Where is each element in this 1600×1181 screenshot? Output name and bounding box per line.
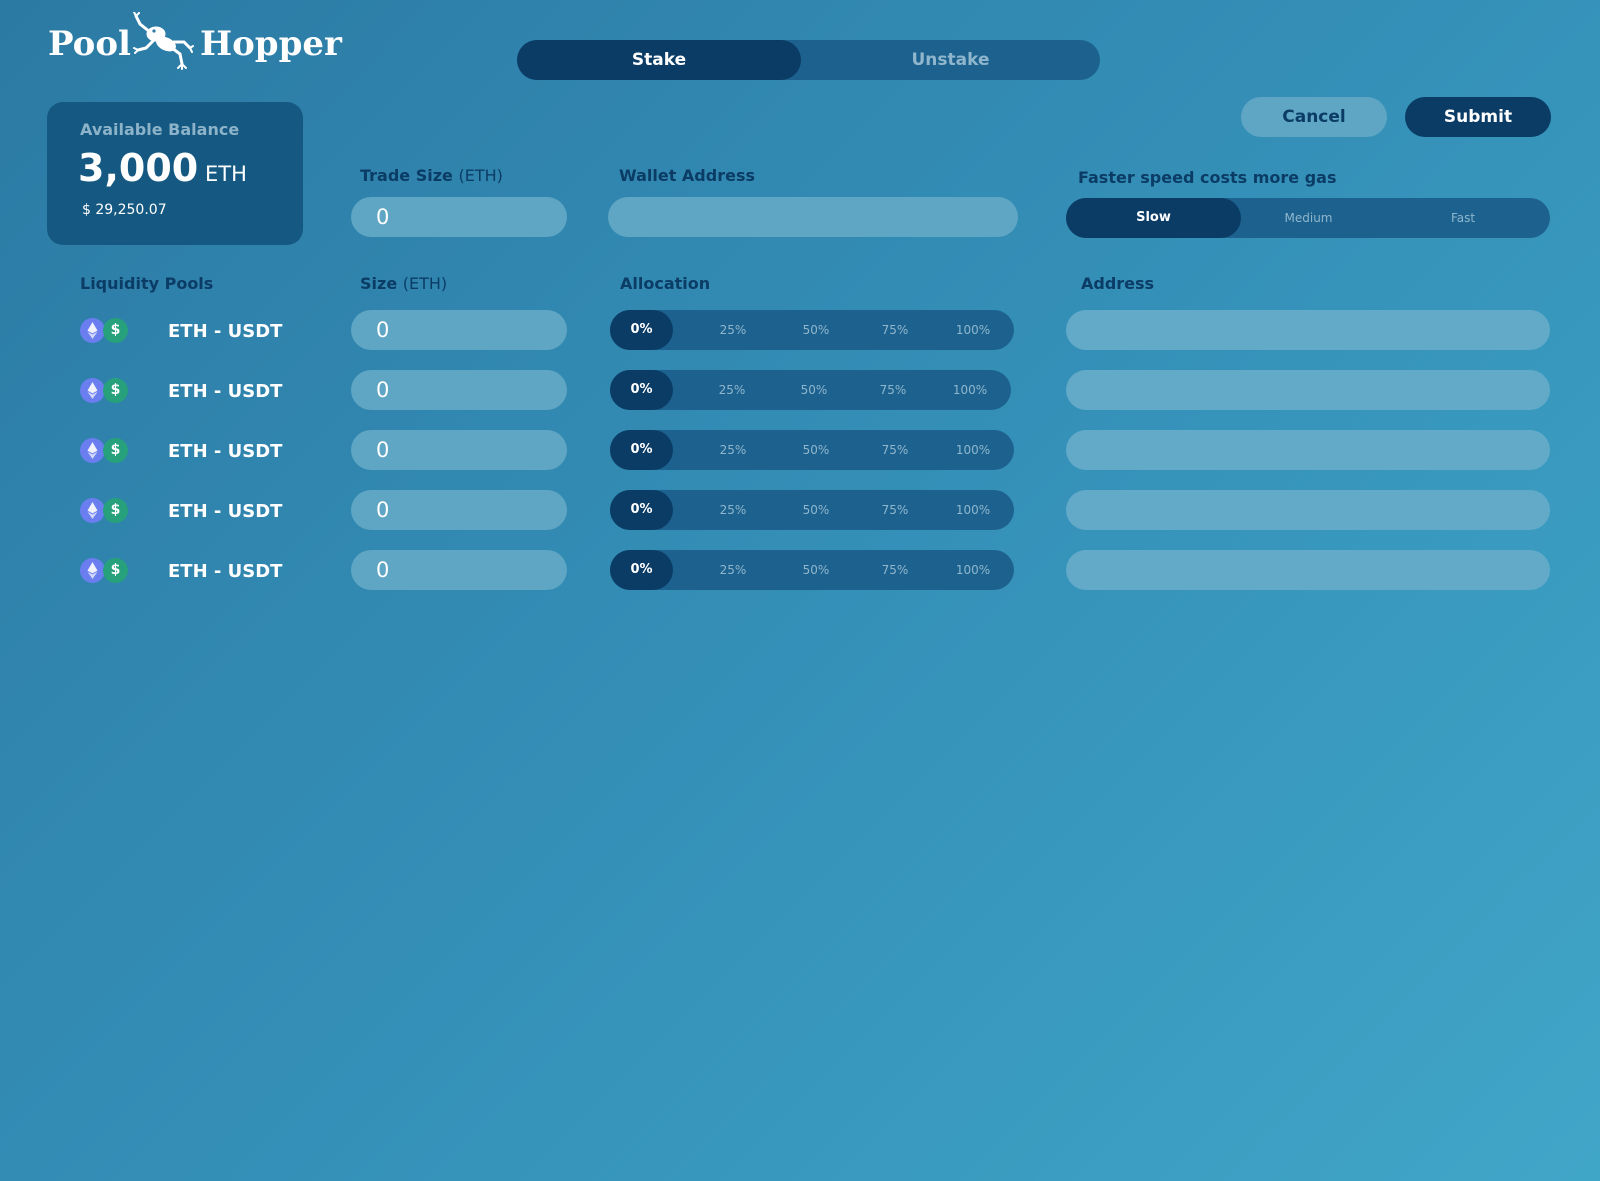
pool-row: $ ETH - USDT 0% 25% 50% 75% 100% — [0, 550, 1600, 590]
pool-icons: $ — [80, 498, 128, 524]
tab-unstake[interactable]: Unstake — [801, 40, 1100, 80]
speed-selector: Slow Medium Fast — [1066, 198, 1550, 238]
allocation-option-100[interactable]: 100% — [946, 310, 1000, 350]
allocation-option-25[interactable]: 25% — [708, 550, 758, 590]
allocation-option-75[interactable]: 75% — [870, 430, 920, 470]
trade-size-input[interactable] — [351, 197, 567, 237]
allocation-option-50[interactable]: 50% — [791, 310, 841, 350]
dollar-icon: $ — [103, 378, 128, 403]
trade-size-label: Trade Size (ETH) — [360, 166, 503, 185]
pool-icons: $ — [80, 378, 128, 404]
pool-address-input[interactable] — [1066, 550, 1550, 590]
allocation-selector: 0% 25% 50% 75% 100% — [610, 370, 1011, 410]
column-header-allocation: Allocation — [620, 274, 711, 293]
speed-label: Faster speed costs more gas — [1078, 168, 1337, 187]
cancel-button[interactable]: Cancel — [1241, 97, 1387, 137]
balance-unit: ETH — [205, 162, 247, 186]
balance-card: Available Balance 3,000 ETH $ 29,250.07 — [47, 102, 303, 245]
allocation-option-50[interactable]: 50% — [791, 490, 841, 530]
mode-tabs: Stake Unstake — [517, 40, 1100, 80]
pool-size-input[interactable] — [351, 490, 567, 530]
allocation-option-100[interactable]: 100% — [943, 370, 997, 410]
pool-name: ETH - USDT — [168, 381, 283, 402]
balance-label: Available Balance — [80, 120, 240, 139]
pool-row: $ ETH - USDT 0% 25% 50% 75% 100% — [0, 310, 1600, 350]
tab-stake[interactable]: Stake — [517, 40, 801, 80]
dollar-icon: $ — [103, 498, 128, 523]
allocation-option-0[interactable]: 0% — [610, 370, 673, 410]
pool-name: ETH - USDT — [168, 501, 283, 522]
column-header-size-text: Size — [360, 274, 398, 293]
column-header-size-unit: (ETH) — [402, 274, 448, 293]
pool-row: $ ETH - USDT 0% 25% 50% 75% 100% — [0, 370, 1600, 410]
speed-option-fast[interactable]: Fast — [1376, 198, 1550, 238]
ethereum-icon — [80, 498, 105, 523]
pool-address-input[interactable] — [1066, 370, 1550, 410]
allocation-option-75[interactable]: 75% — [868, 370, 918, 410]
pool-name: ETH - USDT — [168, 441, 283, 462]
trade-size-unit: (ETH) — [458, 166, 503, 185]
submit-button[interactable]: Submit — [1405, 97, 1551, 137]
dollar-icon: $ — [103, 318, 128, 343]
ethereum-icon — [80, 558, 105, 583]
dollar-icon: $ — [103, 438, 128, 463]
pool-icons: $ — [80, 318, 128, 344]
allocation-selector: 0% 25% 50% 75% 100% — [610, 310, 1014, 350]
wallet-address-label: Wallet Address — [619, 166, 755, 185]
allocation-selector: 0% 25% 50% 75% 100% — [610, 550, 1014, 590]
allocation-option-0[interactable]: 0% — [610, 550, 673, 590]
allocation-option-100[interactable]: 100% — [946, 490, 1000, 530]
pool-size-input[interactable] — [351, 550, 567, 590]
speed-option-slow[interactable]: Slow — [1066, 198, 1241, 238]
allocation-option-75[interactable]: 75% — [870, 490, 920, 530]
allocation-option-25[interactable]: 25% — [707, 370, 757, 410]
allocation-option-25[interactable]: 25% — [708, 490, 758, 530]
column-header-size: Size (ETH) — [360, 274, 447, 293]
pool-address-input[interactable] — [1066, 310, 1550, 350]
balance-usd: $ 29,250.07 — [82, 202, 167, 218]
allocation-option-75[interactable]: 75% — [870, 310, 920, 350]
logo-text-pool: Pool — [48, 24, 131, 64]
pool-icons: $ — [80, 558, 128, 584]
allocation-option-0[interactable]: 0% — [610, 490, 673, 530]
pool-name: ETH - USDT — [168, 321, 283, 342]
ethereum-icon — [80, 378, 105, 403]
allocation-option-0[interactable]: 0% — [610, 430, 673, 470]
ethereum-icon — [80, 318, 105, 343]
pool-icons: $ — [80, 438, 128, 464]
pool-address-input[interactable] — [1066, 490, 1550, 530]
allocation-option-100[interactable]: 100% — [946, 550, 1000, 590]
wallet-address-input[interactable] — [608, 197, 1018, 237]
allocation-option-75[interactable]: 75% — [870, 550, 920, 590]
allocation-option-25[interactable]: 25% — [708, 430, 758, 470]
pool-name: ETH - USDT — [168, 561, 283, 582]
speed-option-medium[interactable]: Medium — [1241, 198, 1376, 238]
logo-text-hopper: Hopper — [200, 24, 342, 64]
pool-size-input[interactable] — [351, 310, 567, 350]
allocation-selector: 0% 25% 50% 75% 100% — [610, 430, 1014, 470]
app-logo: Pool Hopper — [48, 12, 342, 72]
frog-icon — [133, 12, 194, 70]
balance-amount: 3,000 — [78, 146, 199, 190]
ethereum-icon — [80, 438, 105, 463]
allocation-option-50[interactable]: 50% — [791, 550, 841, 590]
dollar-icon: $ — [103, 558, 128, 583]
pool-row: $ ETH - USDT 0% 25% 50% 75% 100% — [0, 430, 1600, 470]
pool-address-input[interactable] — [1066, 430, 1550, 470]
pool-row: $ ETH - USDT 0% 25% 50% 75% 100% — [0, 490, 1600, 530]
allocation-option-50[interactable]: 50% — [791, 430, 841, 470]
column-header-address: Address — [1081, 274, 1155, 293]
allocation-option-100[interactable]: 100% — [946, 430, 1000, 470]
trade-size-label-text: Trade Size — [360, 166, 453, 185]
pool-size-input[interactable] — [351, 430, 567, 470]
pool-size-input[interactable] — [351, 370, 567, 410]
allocation-option-0[interactable]: 0% — [610, 310, 673, 350]
allocation-selector: 0% 25% 50% 75% 100% — [610, 490, 1014, 530]
allocation-option-50[interactable]: 50% — [789, 370, 839, 410]
allocation-option-25[interactable]: 25% — [708, 310, 758, 350]
column-header-pools: Liquidity Pools — [80, 274, 214, 293]
